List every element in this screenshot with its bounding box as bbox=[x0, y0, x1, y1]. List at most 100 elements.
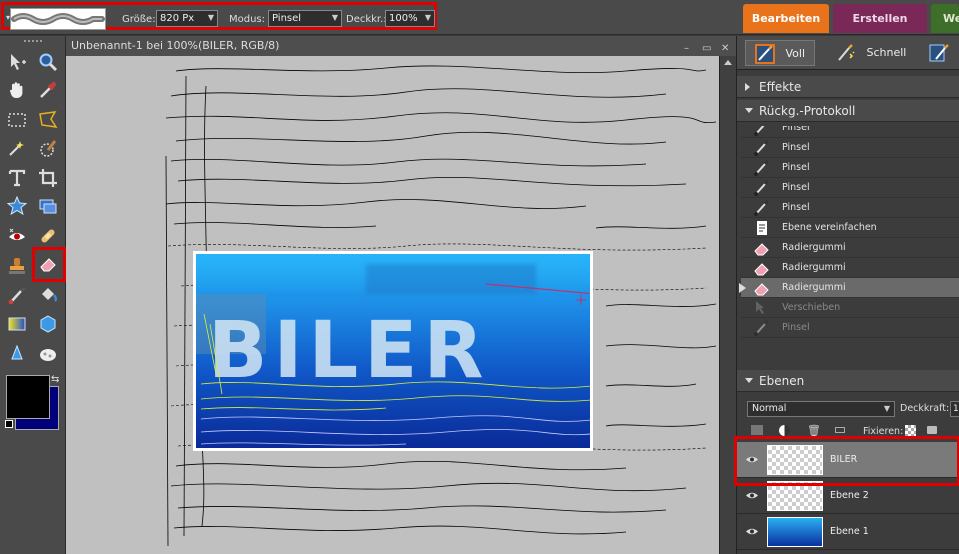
paint-bucket-tool[interactable] bbox=[36, 284, 60, 308]
type-tool[interactable] bbox=[5, 166, 29, 190]
link-layers-icon[interactable] bbox=[835, 427, 845, 433]
eye-icon[interactable] bbox=[745, 491, 759, 500]
history-item[interactable]: Pinsel bbox=[741, 138, 959, 158]
mode-value: Pinsel bbox=[272, 13, 302, 24]
opacity-label: Deckkr.: bbox=[346, 14, 387, 25]
rectangle-marquee-icon bbox=[8, 113, 26, 127]
canvas-area[interactable]: BILER bbox=[66, 56, 719, 554]
straighten-tool[interactable] bbox=[36, 194, 60, 218]
sponge-icon bbox=[40, 349, 56, 361]
full-edit-button[interactable]: Voll bbox=[745, 40, 815, 66]
toolbox-grip[interactable] bbox=[24, 40, 42, 42]
size-field[interactable]: 820 Px ▼ bbox=[156, 10, 218, 27]
opacity-field[interactable]: 100% ▼ bbox=[385, 10, 435, 27]
move-tool[interactable] bbox=[5, 50, 29, 74]
blur-drop-icon bbox=[11, 344, 23, 360]
lasso-tool[interactable] bbox=[36, 108, 60, 132]
lock-all-icon[interactable] bbox=[927, 426, 937, 434]
history-item[interactable]: Ebene vereinfachen bbox=[741, 218, 959, 238]
history-item[interactable]: Pinsel bbox=[741, 198, 959, 218]
layer-row[interactable]: Ebene 1 bbox=[737, 514, 959, 550]
tab-share[interactable]: We bbox=[931, 4, 959, 33]
history-item[interactable]: Pinsel bbox=[741, 158, 959, 178]
lock-transparency-icon[interactable] bbox=[905, 425, 916, 436]
quick-edit-button[interactable]: Schnell bbox=[835, 40, 915, 66]
magnifier-icon bbox=[39, 53, 58, 72]
history-item[interactable]: Radiergummi bbox=[741, 258, 959, 278]
history-item[interactable]: Radiergummi bbox=[741, 238, 959, 258]
zoom-tool[interactable] bbox=[36, 50, 60, 74]
adjustment-layer-icon[interactable] bbox=[779, 425, 790, 436]
layer-opacity-label: Deckkraft: bbox=[900, 403, 950, 414]
clone-stamp-tool[interactable] bbox=[5, 254, 29, 278]
magic-wand-tool[interactable] bbox=[5, 136, 29, 160]
history-item[interactable]: Pinsel bbox=[741, 318, 959, 338]
magic-wand-icon bbox=[9, 141, 24, 156]
brush-preset-picker[interactable] bbox=[10, 8, 106, 30]
shape-tool[interactable] bbox=[36, 312, 60, 336]
blur-tool[interactable] bbox=[5, 342, 29, 366]
history-item[interactable]: Verschieben bbox=[741, 298, 959, 318]
swap-colors-icon[interactable]: ⇆ bbox=[51, 374, 59, 385]
blend-mode-select[interactable]: Normal ▼ bbox=[747, 401, 895, 417]
document-title-bar[interactable]: Unbenannt-1 bei 100%(BILER, RGB/8) – ▭ ✕ bbox=[66, 36, 736, 56]
tab-create[interactable]: Erstellen bbox=[833, 4, 927, 33]
history-item[interactable]: Pinsel bbox=[741, 126, 959, 138]
chevron-down-icon: ▼ bbox=[883, 404, 890, 413]
selected-layer-highlight bbox=[734, 436, 959, 486]
sponge-tool[interactable] bbox=[36, 342, 60, 366]
new-layer-icon[interactable] bbox=[751, 425, 763, 435]
marquee-tool[interactable] bbox=[5, 108, 29, 132]
quick-edit-icon bbox=[838, 44, 855, 61]
toolbox: ⇆ bbox=[0, 36, 66, 554]
foreground-color-swatch[interactable] bbox=[6, 375, 50, 419]
hand-tool[interactable] bbox=[5, 78, 29, 102]
effects-panel-header[interactable]: Effekte bbox=[737, 76, 959, 98]
layers-panel-header[interactable]: Ebenen bbox=[737, 370, 959, 392]
brush-icon bbox=[8, 286, 26, 305]
guided-edit-icon bbox=[929, 44, 949, 62]
mode-select[interactable]: Pinsel ▼ bbox=[268, 10, 342, 27]
image-layer[interactable]: BILER bbox=[193, 251, 593, 451]
history-item-label: Verschieben bbox=[782, 302, 841, 313]
history-item-label: Radiergummi bbox=[782, 262, 846, 273]
history-item[interactable]: Radiergummi bbox=[739, 278, 959, 298]
bandage-icon bbox=[41, 229, 55, 243]
selection-brush-tool[interactable] bbox=[36, 136, 60, 160]
gradient-tool[interactable] bbox=[5, 312, 29, 336]
panel-bin: Voll Schnell Effekte Rückg.-Protokoll Pi… bbox=[734, 36, 959, 554]
history-item-label: Radiergummi bbox=[782, 242, 846, 253]
scroll-up-icon[interactable] bbox=[724, 60, 732, 65]
eye-icon[interactable] bbox=[745, 527, 759, 536]
default-colors-icon[interactable] bbox=[5, 420, 13, 428]
cookie-cutter-tool[interactable] bbox=[5, 194, 29, 218]
layers-title: Ebenen bbox=[759, 374, 805, 388]
crop-tool[interactable] bbox=[36, 166, 60, 190]
brush-tool[interactable] bbox=[5, 284, 29, 308]
guided-edit-button[interactable] bbox=[928, 40, 958, 66]
history-list: Pinsel Pinsel Pinsel Pinsel Pinsel Ebene vere… bbox=[737, 126, 959, 356]
eyedropper-icon bbox=[40, 82, 56, 98]
collapse-icon bbox=[745, 108, 753, 113]
tab-edit[interactable]: Bearbeiten bbox=[743, 4, 829, 33]
history-item[interactable]: Pinsel bbox=[741, 178, 959, 198]
history-state-marker-icon[interactable] bbox=[739, 283, 746, 293]
history-item-label: Pinsel bbox=[782, 182, 810, 193]
eyedropper-tool[interactable] bbox=[36, 78, 60, 102]
history-item-label: Pinsel bbox=[782, 202, 810, 213]
layer-opacity-value: 10 bbox=[953, 404, 959, 414]
spot-healing-tool[interactable] bbox=[36, 224, 60, 248]
layer-opacity-field[interactable]: 10 bbox=[950, 401, 959, 417]
hexagon-icon bbox=[40, 315, 56, 333]
history-panel-header[interactable]: Rückg.-Protokoll bbox=[737, 100, 959, 122]
document-window: Unbenannt-1 bei 100%(BILER, RGB/8) – ▭ ✕ bbox=[66, 36, 736, 554]
full-edit-label: Voll bbox=[785, 47, 806, 60]
red-eye-icon bbox=[9, 228, 25, 240]
layer-thumbnail bbox=[767, 517, 823, 547]
effects-title: Effekte bbox=[759, 80, 802, 94]
red-eye-tool[interactable] bbox=[5, 224, 29, 248]
expand-icon bbox=[745, 83, 750, 91]
gradient-icon bbox=[8, 317, 26, 331]
eraser-tool[interactable] bbox=[36, 252, 60, 276]
selection-brush-icon bbox=[40, 140, 57, 157]
